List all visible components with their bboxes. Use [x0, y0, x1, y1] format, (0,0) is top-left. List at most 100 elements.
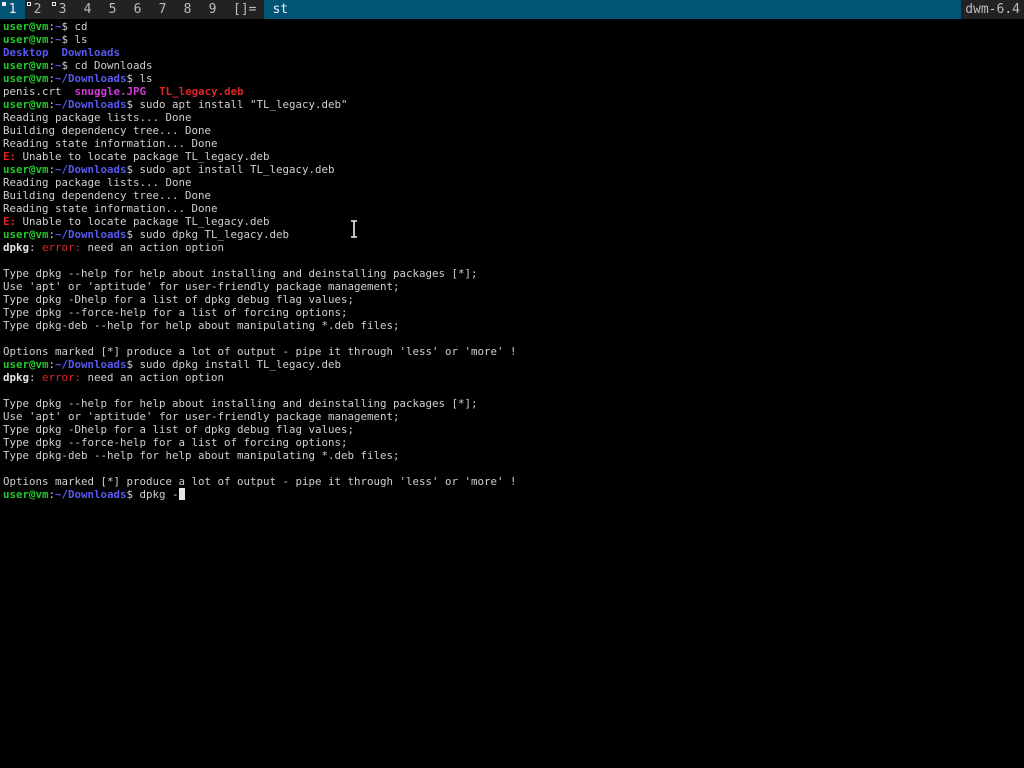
terminal-text: Use 'apt' or 'aptitude' for user-friendl… [3, 280, 400, 293]
tag-2[interactable]: 2 [25, 0, 50, 19]
tag-1[interactable]: 1 [0, 0, 25, 19]
tag-label: 8 [183, 2, 192, 17]
terminal-text: Unable to locate package TL_legacy.deb [16, 150, 270, 163]
tag-label: 1 [8, 2, 17, 17]
tag-3[interactable]: 3 [50, 0, 75, 19]
tag-9[interactable]: 9 [200, 0, 225, 19]
terminal-text: Options marked [*] produce a lot of outp… [3, 345, 517, 358]
tag-list: 1 2 3 4 5 6 7 8 9 [0, 0, 225, 19]
terminal-text: Options marked [*] produce a lot of outp… [3, 475, 517, 488]
tag-5[interactable]: 5 [100, 0, 125, 19]
terminal-text: Type dpkg --help for help about installi… [3, 397, 478, 410]
terminal-line: Type dpkg -Dhelp for a list of dpkg debu… [3, 293, 1021, 306]
tag-7[interactable]: 7 [150, 0, 175, 19]
tag-occupied-indicator [27, 2, 31, 6]
window-title: st [264, 0, 962, 19]
tag-6[interactable]: 6 [125, 0, 150, 19]
terminal-text: E: [3, 150, 17, 163]
tag-8[interactable]: 8 [175, 0, 200, 19]
terminal-text: $ sudo dpkg install TL_legacy.deb [126, 358, 342, 371]
terminal-line: Type dpkg --force-help for a list of for… [3, 436, 1021, 449]
terminal-text: user@vm [3, 59, 49, 72]
terminal-text: dpkg [3, 241, 30, 254]
terminal-line: Reading package lists... Done [3, 176, 1021, 189]
terminal-line: Type dpkg-deb --help for help about mani… [3, 319, 1021, 332]
terminal-line: Reading package lists... Done [3, 111, 1021, 124]
terminal-line: Type dpkg -Dhelp for a list of dpkg debu… [3, 423, 1021, 436]
terminal-text: Use 'apt' or 'aptitude' for user-friendl… [3, 410, 400, 423]
terminal-text: Building dependency tree... Done [3, 124, 212, 137]
terminal-line: user@vm:~$ ls [3, 33, 1021, 46]
terminal-text: $ cd Downloads [61, 59, 153, 72]
tag-label: 3 [58, 2, 67, 17]
terminal-text: ~/Downloads [55, 228, 127, 241]
terminal-line: Reading state information... Done [3, 202, 1021, 215]
terminal-line: Type dpkg --help for help about installi… [3, 397, 1021, 410]
terminal-line: user@vm:~$ cd Downloads [3, 59, 1021, 72]
terminal-text: $ sudo apt install "TL_legacy.deb" [126, 98, 348, 111]
terminal-line: Use 'apt' or 'aptitude' for user-friendl… [3, 280, 1021, 293]
terminal-text: user@vm [3, 98, 49, 111]
terminal-text: penis.crt [3, 85, 62, 98]
terminal-text: Downloads [61, 46, 121, 59]
terminal-text: $ dpkg - [126, 488, 179, 501]
terminal-text: Type dpkg-deb --help for help about mani… [3, 449, 400, 462]
tag-label: 7 [158, 2, 167, 17]
terminal-text: Type dpkg -Dhelp for a list of dpkg debu… [3, 293, 355, 306]
terminal-text: user@vm [3, 228, 49, 241]
layout-symbol[interactable]: []= [225, 0, 264, 19]
terminal-text: user@vm [3, 33, 49, 46]
terminal-text: $ cd [61, 20, 88, 33]
terminal-text: user@vm [3, 20, 49, 33]
terminal-line: Type dpkg-deb --help for help about mani… [3, 449, 1021, 462]
terminal-line: user@vm:~/Downloads$ sudo dpkg install T… [3, 358, 1021, 371]
status-text: dwm-6.4 [961, 0, 1024, 19]
terminal-line: E: Unable to locate package TL_legacy.de… [3, 215, 1021, 228]
terminal-line: dpkg: error: need an action option [3, 371, 1021, 384]
terminal-text: $ sudo dpkg TL_legacy.deb [126, 228, 290, 241]
terminal-line: user@vm:~/Downloads$ sudo dpkg TL_legacy… [3, 228, 1021, 241]
tag-occupied-indicator [52, 2, 56, 6]
terminal-line: user@vm:~/Downloads$ sudo apt install "T… [3, 98, 1021, 111]
terminal-text: need an action option [81, 371, 225, 384]
terminal-text: $ sudo apt install TL_legacy.deb [126, 163, 335, 176]
terminal-text: user@vm [3, 358, 49, 371]
terminal-line: penis.crt snuggle.JPG TL_legacy.deb [3, 85, 1021, 98]
tag-label: 6 [133, 2, 142, 17]
terminal-line: Building dependency tree... Done [3, 189, 1021, 202]
tag-occupied-indicator [2, 2, 6, 6]
tag-4[interactable]: 4 [75, 0, 100, 19]
terminal-text: : [29, 241, 43, 254]
terminal-text: user@vm [3, 488, 49, 501]
terminal-text: TL_legacy.deb [159, 85, 244, 98]
terminal-line: user@vm:~/Downloads$ dpkg - [3, 488, 1021, 501]
terminal-line: user@vm:~$ cd [3, 20, 1021, 33]
terminal-text: $ ls [61, 33, 88, 46]
terminal-line: user@vm:~/Downloads$ ls [3, 72, 1021, 85]
terminal-text: user@vm [3, 163, 49, 176]
terminal-text: Building dependency tree... Done [3, 189, 212, 202]
terminal-line: dpkg: error: need an action option [3, 241, 1021, 254]
terminal-text: ~/Downloads [55, 72, 127, 85]
terminal-text: Reading state information... Done [3, 137, 218, 150]
terminal-text: $ ls [126, 72, 153, 85]
terminal-text: : [29, 371, 43, 384]
terminal-text: user@vm [3, 72, 49, 85]
terminal-text: error: [42, 241, 82, 254]
terminal-line: E: Unable to locate package TL_legacy.de… [3, 150, 1021, 163]
terminal-text: Type dpkg --force-help for a list of for… [3, 436, 348, 449]
terminal-text: ~/Downloads [55, 488, 127, 501]
terminal-line: Desktop Downloads [3, 46, 1021, 59]
terminal-text: Reading package lists... Done [3, 176, 192, 189]
terminal-text: need an action option [81, 241, 225, 254]
tag-label: 5 [108, 2, 117, 17]
terminal-output[interactable]: user@vm:~$ cd user@vm:~$ ls Desktop Downlo… [3, 20, 1021, 764]
terminal-text: Type dpkg-deb --help for help about mani… [3, 319, 400, 332]
terminal-line: Building dependency tree... Done [3, 124, 1021, 137]
